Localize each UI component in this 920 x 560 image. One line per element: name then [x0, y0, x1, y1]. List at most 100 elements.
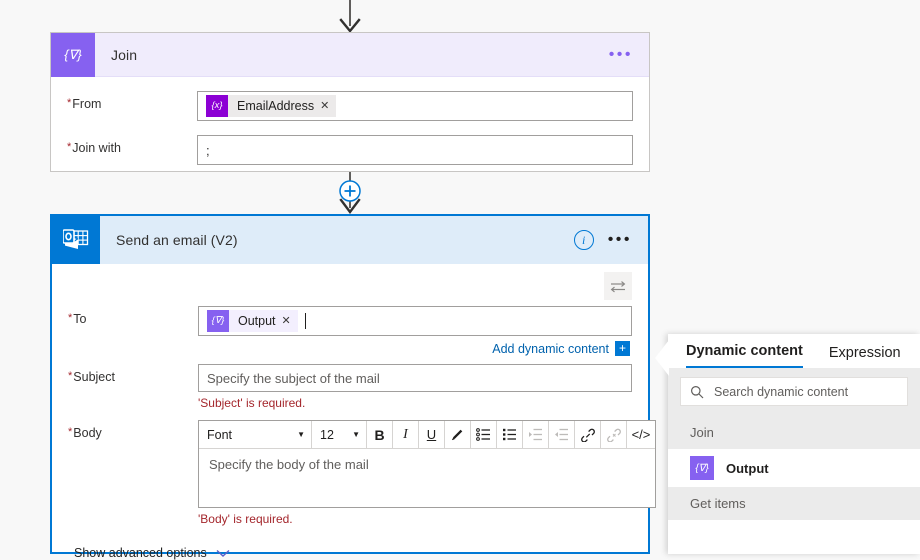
- bulleted-list-button[interactable]: [471, 421, 497, 448]
- required-asterisk: *: [68, 426, 73, 438]
- swap-bar: [52, 264, 648, 300]
- chevron-down-icon: ▼: [297, 430, 305, 439]
- rich-text-editor[interactable]: Font ▼ 12 ▼ B I U </> Specify the body o…: [198, 420, 656, 508]
- token-email-address[interactable]: {x} EmailAddress ✕: [206, 95, 337, 117]
- required-asterisk: *: [67, 141, 72, 153]
- indent-icon: [529, 428, 542, 441]
- to-input[interactable]: {∇} Output ✕: [198, 306, 632, 336]
- token-output[interactable]: {∇} Output ✕: [207, 310, 298, 332]
- search-icon: [691, 385, 704, 398]
- link-icon: [580, 428, 595, 442]
- join-with-value: ;: [206, 142, 210, 158]
- subject-field-row: *Subject Specify the subject of the mail…: [68, 364, 632, 410]
- required-asterisk: *: [68, 312, 73, 324]
- group-header-join: Join: [668, 416, 920, 449]
- chevron-down-icon: [216, 549, 230, 557]
- required-asterisk: *: [68, 370, 73, 382]
- add-dynamic-content-plus-icon[interactable]: +: [615, 341, 630, 356]
- body-field-row: *Body Font ▼ 12 ▼ B I U </> Specify the …: [68, 420, 656, 526]
- swap-arrows-icon: [610, 280, 626, 292]
- join-card-title: Join: [111, 46, 138, 63]
- info-icon[interactable]: i: [573, 230, 594, 250]
- join-header-actions: •••: [609, 46, 649, 62]
- join-with-input[interactable]: ;: [197, 135, 633, 165]
- join-from-control: {x} EmailAddress ✕: [197, 91, 633, 121]
- to-field-row: *To {∇} Output ✕ Add dynamic content +: [68, 306, 632, 356]
- insert-link-button[interactable]: [575, 421, 601, 448]
- token-label: Output: [238, 314, 276, 328]
- dynamic-content-item-output[interactable]: {∇} Output: [668, 449, 920, 487]
- numbered-list-button[interactable]: [497, 421, 523, 448]
- underline-button[interactable]: U: [419, 421, 445, 448]
- subject-control: Specify the subject of the mail 'Subject…: [198, 364, 632, 410]
- tab-dynamic-content[interactable]: Dynamic content: [686, 343, 803, 368]
- underline-icon: U: [426, 427, 437, 442]
- join-from-input[interactable]: {x} EmailAddress ✕: [197, 91, 633, 121]
- send-email-action-card[interactable]: Send an email (V2) i ••• *To {∇} Output …: [50, 214, 656, 560]
- text-cursor: [304, 313, 306, 329]
- switch-input-mode-icon[interactable]: [604, 272, 632, 300]
- to-control: {∇} Output ✕ Add dynamic content +: [198, 306, 632, 356]
- remove-link-button: [601, 421, 627, 448]
- send-email-header-actions: i •••: [573, 230, 648, 250]
- token-label: EmailAddress: [237, 99, 315, 113]
- send-email-card-body: *To {∇} Output ✕ Add dynamic content + *…: [52, 306, 656, 560]
- send-email-more-menu-icon[interactable]: •••: [608, 232, 632, 248]
- font-family-value: Font: [207, 427, 233, 442]
- join-icon-glyph: {∇}: [64, 46, 82, 62]
- subject-input[interactable]: Specify the subject of the mail: [198, 364, 632, 392]
- bold-icon: B: [374, 426, 385, 443]
- token-remove-icon[interactable]: ✕: [320, 95, 336, 117]
- join-from-field-row: *From {x} EmailAddress ✕: [67, 91, 633, 121]
- show-advanced-options-label: Show advanced options: [74, 546, 207, 560]
- group-header-get-items: Get items: [668, 487, 920, 520]
- search-placeholder: Search dynamic content: [714, 384, 849, 399]
- token-remove-icon[interactable]: ✕: [282, 310, 298, 332]
- outlook-icon: [52, 216, 100, 264]
- font-size-value: 12: [320, 427, 334, 442]
- body-placeholder[interactable]: Specify the body of the mail: [199, 449, 655, 507]
- panel-pointer-notch: [655, 340, 669, 376]
- join-output-token-icon: {∇}: [207, 310, 229, 332]
- join-with-control: ;: [197, 135, 633, 165]
- to-label: *To: [68, 312, 87, 326]
- text-color-button[interactable]: [445, 421, 471, 448]
- body-label: *Body: [68, 426, 102, 440]
- outlook-icon-glyph: [63, 229, 89, 249]
- font-size-dropdown[interactable]: 12 ▼: [312, 421, 367, 448]
- body-control: Font ▼ 12 ▼ B I U </> Specify the body o…: [198, 420, 656, 526]
- body-error-message: 'Body' is required.: [198, 512, 293, 526]
- dynamic-content-search-box[interactable]: Search dynamic content: [680, 377, 908, 406]
- join-action-icon: {∇}: [51, 32, 95, 77]
- code-view-button[interactable]: </>: [627, 421, 655, 448]
- join-output-token-icon: {∇}: [690, 456, 714, 480]
- code-view-icon: </>: [631, 427, 651, 442]
- add-dynamic-content-row: Add dynamic content +: [198, 341, 632, 356]
- join-with-field-row: *Join with ;: [67, 135, 633, 165]
- join-card-header[interactable]: {∇} Join •••: [51, 32, 649, 77]
- outdent-button: [549, 421, 575, 448]
- subject-error-message: 'Subject' is required.: [198, 396, 306, 410]
- font-family-dropdown[interactable]: Font ▼: [199, 421, 312, 448]
- pen-icon: [452, 429, 463, 441]
- show-advanced-options-button[interactable]: Show advanced options: [68, 546, 632, 560]
- join-from-label: *From: [67, 97, 102, 111]
- add-dynamic-content-link[interactable]: Add dynamic content: [492, 342, 609, 356]
- chevron-down-icon: ▼: [352, 430, 360, 439]
- tab-expression[interactable]: Expression: [829, 345, 901, 368]
- join-with-label: *Join with: [67, 141, 121, 155]
- outdent-icon: [555, 428, 568, 441]
- indent-button: [523, 421, 549, 448]
- send-email-card-header[interactable]: Send an email (V2) i •••: [52, 216, 648, 264]
- italic-button[interactable]: I: [393, 421, 419, 448]
- expression-token-icon: {x}: [206, 95, 228, 117]
- join-action-card[interactable]: {∇} Join ••• *From {x} EmailAddress ✕ *J…: [50, 32, 650, 172]
- unlink-icon: [606, 428, 621, 442]
- required-asterisk: *: [67, 97, 72, 109]
- join-more-menu-icon[interactable]: •••: [609, 46, 633, 62]
- bold-button[interactable]: B: [367, 421, 393, 448]
- join-card-body: *From {x} EmailAddress ✕ *Join with ;: [51, 91, 649, 165]
- dynamic-content-panel[interactable]: Dynamic content Expression Search dynami…: [655, 334, 920, 554]
- italic-icon: I: [403, 426, 408, 442]
- insert-step-button[interactable]: [337, 178, 363, 204]
